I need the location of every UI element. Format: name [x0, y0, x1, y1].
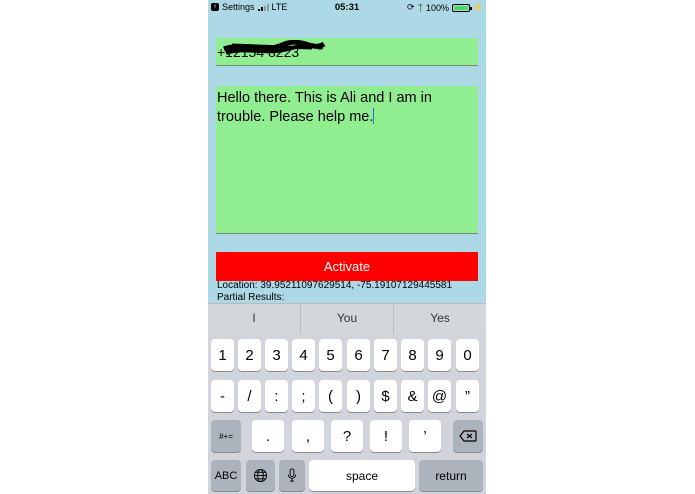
key-4[interactable]: 4: [292, 339, 315, 371]
key-apostrophe[interactable]: ’: [409, 420, 441, 452]
symbols-toggle-key[interactable]: #+=: [211, 420, 241, 452]
dictation-key[interactable]: [279, 460, 305, 491]
app-screen: ‹ Settings LTE 05:31 ⟳ ᛉ 100% ⚡ +12154 8…: [208, 0, 486, 494]
key-close-paren[interactable]: ): [347, 380, 370, 412]
globe-icon: [253, 468, 268, 483]
activate-button[interactable]: Activate: [216, 252, 478, 281]
key-period[interactable]: .: [252, 420, 284, 452]
key-colon[interactable]: :: [265, 380, 288, 412]
key-exclamation[interactable]: !: [370, 420, 402, 452]
bluetooth-icon: ᛉ: [417, 2, 423, 13]
key-hyphen[interactable]: -: [211, 380, 234, 412]
key-slash[interactable]: /: [238, 380, 261, 412]
battery-percentage: 100%: [426, 2, 450, 13]
backspace-icon: [459, 430, 477, 442]
key-8[interactable]: 8: [401, 339, 424, 371]
key-5[interactable]: 5: [319, 339, 342, 371]
key-2[interactable]: 2: [238, 339, 261, 371]
backspace-key[interactable]: [453, 420, 483, 452]
key-0[interactable]: 0: [456, 339, 479, 371]
prediction-1[interactable]: I: [208, 304, 300, 334]
message-text: Hello there. This is Ali and I am in tro…: [217, 90, 432, 125]
return-key[interactable]: return: [419, 460, 483, 491]
message-text-area[interactable]: Hello there. This is Ali and I am in tro…: [216, 86, 478, 234]
abc-key[interactable]: ABC: [211, 460, 241, 491]
key-1[interactable]: 1: [211, 339, 234, 371]
location-label: Location: 39.95211097629514, -75.1910712…: [217, 280, 453, 291]
microphone-icon: [287, 468, 297, 482]
key-semicolon[interactable]: ;: [292, 380, 315, 412]
key-dollar[interactable]: $: [374, 380, 397, 412]
key-9[interactable]: 9: [428, 339, 451, 371]
prediction-2[interactable]: You: [300, 304, 393, 334]
space-key[interactable]: space: [309, 460, 415, 491]
status-right: ⟳ ᛉ 100% ⚡: [407, 2, 483, 13]
text-cursor: [373, 108, 375, 124]
status-bar: ‹ Settings LTE 05:31 ⟳ ᛉ 100% ⚡: [208, 0, 486, 16]
orientation-lock-icon: ⟳: [407, 2, 415, 12]
keyboard: I You Yes 1 2 3 4 5 6 7 8 9 0 - / : ; ( …: [208, 303, 486, 494]
key-open-paren[interactable]: (: [319, 380, 342, 412]
charging-icon: ⚡: [473, 3, 483, 12]
key-3[interactable]: 3: [265, 339, 288, 371]
key-6[interactable]: 6: [347, 339, 370, 371]
key-ampersand[interactable]: &: [401, 380, 424, 412]
key-at[interactable]: @: [428, 380, 451, 412]
phone-number-field[interactable]: +12154 8223: [216, 38, 478, 66]
battery-icon: [452, 3, 473, 12]
redaction-scribble: [223, 40, 326, 55]
prediction-bar: I You Yes: [208, 303, 486, 334]
key-question[interactable]: ?: [331, 420, 363, 452]
key-quote[interactable]: ”: [456, 380, 479, 412]
key-comma[interactable]: ,: [292, 420, 324, 452]
partial-results-label: Partial Results:: [217, 292, 285, 303]
globe-key[interactable]: [246, 460, 275, 491]
key-7[interactable]: 7: [374, 339, 397, 371]
prediction-3[interactable]: Yes: [393, 304, 486, 334]
